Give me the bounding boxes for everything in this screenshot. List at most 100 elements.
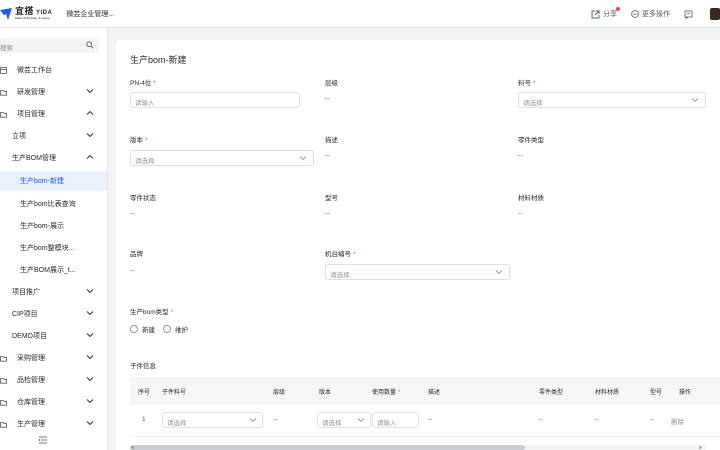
- chevron-down-icon: [86, 132, 94, 138]
- part-status-label: 零件状态: [130, 195, 156, 202]
- radio-new[interactable]: [130, 325, 138, 333]
- bom-type-label: 生产bom类型 *: [130, 306, 173, 316]
- row-version-select[interactable]: 请选择: [317, 412, 371, 428]
- row-description: --: [428, 416, 433, 423]
- chevron-down-icon: [249, 417, 257, 423]
- row-part-no-select[interactable]: 请选择: [162, 412, 263, 428]
- column-header: 子件料号: [162, 390, 187, 396]
- chevron-down-icon: [86, 398, 94, 404]
- chevron-down-icon: [357, 417, 365, 423]
- level-label: 层级: [325, 80, 338, 87]
- sidebar-item-label: 研发管理: [17, 89, 45, 96]
- sidebar-item-bom-module[interactable]: 生产bom整模块...: [0, 238, 107, 258]
- feedback-icon: [684, 10, 693, 19]
- chevron-down-icon: [86, 88, 94, 94]
- part-type-value: --: [518, 153, 523, 160]
- sidebar-item-quality[interactable]: 品检管理: [0, 370, 107, 390]
- sidebar-item-demo[interactable]: DEMO项目: [0, 326, 107, 346]
- chevron-down-icon: [86, 376, 94, 382]
- sidebar-item-production[interactable]: 生产管理: [0, 414, 107, 434]
- column-header: 零件类型: [539, 390, 564, 396]
- version-select[interactable]: 请选择: [130, 150, 314, 166]
- column-header: 层级: [273, 390, 286, 396]
- part-no-placeholder: 请选择: [523, 99, 543, 107]
- cabinet-no-label-text: 机台编号: [325, 251, 351, 258]
- more-circle-icon: [631, 10, 639, 18]
- share-button[interactable]: 分享: [591, 7, 620, 19]
- share-icon: [591, 10, 600, 19]
- material-label: 材料材质: [518, 195, 544, 202]
- sidebar-item-purchase[interactable]: 采购管理: [0, 348, 107, 368]
- part-no-label-text: 料号: [518, 80, 531, 87]
- sidebar-search[interactable]: 搜索: [0, 38, 99, 53]
- required-mark: *: [153, 80, 156, 87]
- sidebar-item-label: 项目推广: [12, 289, 40, 296]
- sidebar-item-rd[interactable]: 研发管理: [0, 82, 107, 102]
- chevron-down-icon: [495, 269, 503, 275]
- sidebar-item-label: 品检管理: [17, 377, 45, 384]
- version-label: 版本 *: [130, 134, 148, 144]
- radio-maintain-label[interactable]: 维护: [175, 324, 188, 334]
- form-panel: 生产bom-新建 PN-4位 * 请输入 层级 -- 料号 * 请选择 版本 * 请选…: [116, 40, 720, 450]
- chevron-down-icon: [691, 97, 699, 103]
- menu-collapse-icon: [38, 436, 48, 446]
- sidebar-item-project-promo[interactable]: 项目推广: [0, 282, 107, 302]
- feedback-button[interactable]: [684, 10, 696, 19]
- row-qty-placeholder: 请输入: [377, 419, 397, 427]
- sidebar-item-project[interactable]: 项目管理: [0, 104, 107, 124]
- workbench-icon: [0, 66, 7, 74]
- sidebar-item-bom-display-t[interactable]: 生产BOM展示_t...: [0, 260, 107, 280]
- required-mark: *: [533, 80, 536, 87]
- bom-type-radio-group: 新建 维护: [130, 324, 196, 334]
- pn-placeholder: 请输入: [135, 99, 155, 107]
- folder-icon: [0, 355, 7, 362]
- more-actions-button[interactable]: 更多操作: [631, 9, 670, 19]
- model-label: 型号: [325, 195, 338, 202]
- scroll-left-icon[interactable]: [130, 445, 135, 450]
- top-bar: 宜搭 YIDA Make Work Easy & Happy 微芸企业管理... …: [0, 0, 720, 28]
- column-header: 序号: [138, 390, 151, 396]
- row-qty-input[interactable]: 请输入: [372, 412, 419, 428]
- sidebar-item-cip[interactable]: CIP项目: [0, 304, 107, 324]
- table-row: 1 请选择 -- 请选择 请输入 -- -- -- -- 删除: [130, 405, 720, 437]
- yida-logo[interactable]: 宜搭 YIDA Make Work Easy & Happy: [0, 7, 52, 20]
- chevron-down-icon: [86, 420, 94, 426]
- row-delete-button[interactable]: 删除: [671, 416, 684, 426]
- app-name[interactable]: 微芸企业管理...: [66, 9, 114, 19]
- subtable: 序号 子件料号 层级 版本 使用数量 * 描述 零件类型 材料材质 型号 操作 1…: [130, 377, 720, 443]
- collapse-sidebar-button[interactable]: [38, 436, 48, 446]
- radio-new-label[interactable]: 新建: [142, 324, 155, 334]
- sidebar-item-label: 微芸工作台: [17, 67, 52, 74]
- chevron-down-icon: [86, 332, 94, 338]
- search-icon: [86, 41, 94, 51]
- column-header-text: 使用数量: [372, 390, 397, 396]
- scroll-right-icon[interactable]: [698, 445, 703, 450]
- sidebar-item-bom-compare[interactable]: 生产bom比表查询: [0, 194, 107, 214]
- table-scrollbar-thumb[interactable]: [130, 445, 525, 450]
- folder-icon: [0, 111, 7, 118]
- sidebar-item-bom-management[interactable]: 生产BOM管理: [0, 148, 107, 168]
- row-part-no-placeholder: 请选择: [167, 419, 187, 427]
- row-material: --: [595, 416, 600, 423]
- sidebar-item-label: 立项: [12, 133, 26, 140]
- sidebar-item-workbench[interactable]: 微芸工作台: [0, 60, 107, 80]
- radio-maintain[interactable]: [163, 325, 171, 333]
- sidebar-item-bom-display[interactable]: 生产bom-展示: [0, 216, 107, 236]
- sidebar-item-lixiang[interactable]: 立项: [0, 126, 107, 146]
- chevron-up-icon: [86, 110, 94, 116]
- sidebar-item-warehouse[interactable]: 仓库管理: [0, 392, 107, 412]
- description-label: 描述: [325, 137, 338, 144]
- required-mark: *: [398, 390, 401, 396]
- more-actions-label: 更多操作: [642, 11, 670, 18]
- column-header: 型号: [650, 390, 663, 396]
- part-status-value: --: [130, 211, 135, 218]
- required-mark: *: [353, 251, 356, 258]
- sidebar-item-label: 生产管理: [17, 421, 45, 428]
- cabinet-no-select[interactable]: 请选择: [325, 264, 510, 280]
- notification-dot: [616, 7, 620, 11]
- pn-input[interactable]: 请输入: [130, 92, 300, 108]
- sidebar-item-bom-new[interactable]: 生产bom-新建: [0, 171, 107, 191]
- avatar[interactable]: [710, 8, 720, 20]
- chevron-down-icon: [86, 354, 94, 360]
- part-no-select[interactable]: 请选择: [518, 92, 706, 108]
